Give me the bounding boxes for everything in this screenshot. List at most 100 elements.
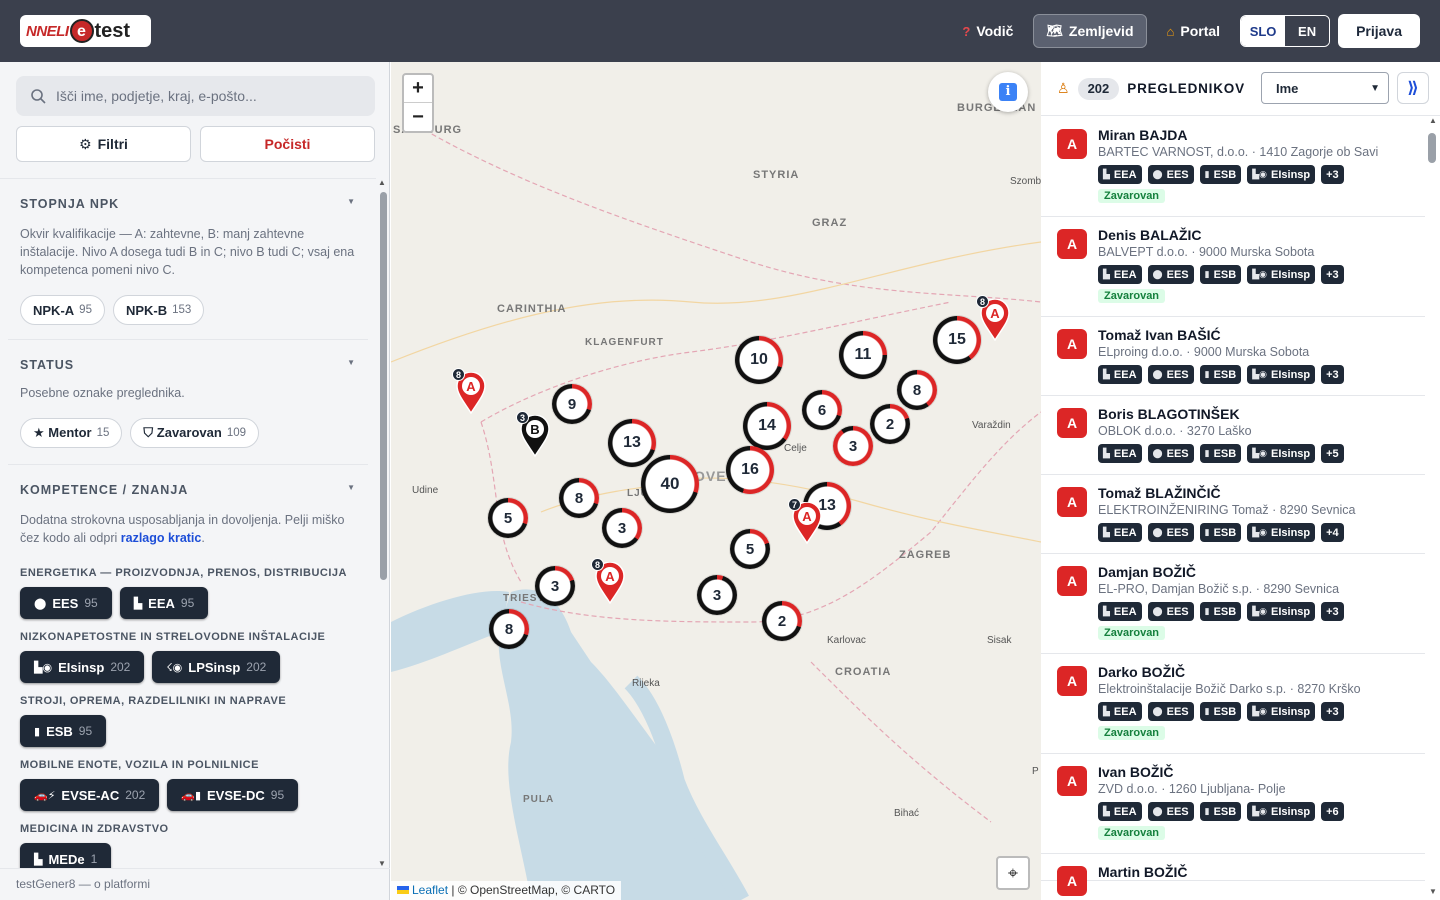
competence-tag[interactable]: ▙◉ EIsinsp bbox=[1247, 602, 1316, 621]
map-cluster[interactable]: 15 bbox=[933, 316, 981, 364]
competence-header[interactable]: KOMPETENCE / ZNANJA ▼ bbox=[20, 483, 356, 497]
competence-tag[interactable]: ⬤ EES bbox=[1147, 365, 1194, 384]
eisinsp-chip[interactable]: ▙◉ EIsinsp 202 bbox=[20, 651, 145, 683]
filters-button[interactable]: ⚙ Filtri bbox=[16, 126, 191, 162]
competence-tag[interactable]: ⬤ EES bbox=[1147, 602, 1194, 621]
competence-tag[interactable]: ▙◉ EIsinsp bbox=[1247, 265, 1316, 284]
insured-chip[interactable]: ⛉ Zavarovan 109 bbox=[130, 418, 259, 448]
inspector-list-item[interactable]: A Martin BOŽIČ bbox=[1041, 854, 1425, 896]
more-tags-badge[interactable]: +6 bbox=[1321, 802, 1344, 821]
nav-portal[interactable]: ⌂ Portal bbox=[1155, 14, 1233, 48]
map-cluster[interactable]: 8 bbox=[559, 478, 599, 518]
map-marker[interactable]: A7 bbox=[788, 498, 822, 545]
competence-tag[interactable]: ▙◉ EIsinsp bbox=[1247, 165, 1316, 184]
mede-chip[interactable]: ▙ MEDe 1 bbox=[20, 843, 112, 868]
lpsinsp-chip[interactable]: ☇◉ LPSinsp 202 bbox=[152, 651, 281, 683]
competence-tag[interactable]: ▮ ESB bbox=[1199, 365, 1242, 384]
footer-text[interactable]: testGener8 — o platformi bbox=[0, 868, 390, 900]
competence-tag[interactable]: ⬤ EES bbox=[1147, 802, 1194, 821]
map[interactable]: SALZBURG STYRIA GRAZ BURGENLAN Szomb CAR… bbox=[391, 62, 1041, 900]
competence-tag[interactable]: ▮ ESB bbox=[1199, 444, 1242, 463]
competence-tag[interactable]: ⬤ EES bbox=[1147, 523, 1194, 542]
map-cluster[interactable]: 3 bbox=[833, 426, 873, 466]
competence-tag[interactable]: ▙ EEA bbox=[1098, 702, 1142, 721]
competence-tag[interactable]: ▙ EEA bbox=[1098, 265, 1142, 284]
map-marker[interactable]: A8 bbox=[452, 368, 486, 415]
competence-tag[interactable]: ⬤ EES bbox=[1147, 702, 1194, 721]
scroll-down-icon[interactable]: ▼ bbox=[378, 859, 386, 868]
competence-tag[interactable]: ▮ ESB bbox=[1199, 265, 1242, 284]
locate-button[interactable]: ⌖ bbox=[996, 856, 1030, 890]
competence-tag[interactable]: ▮ ESB bbox=[1199, 523, 1242, 542]
competence-tag[interactable]: ▙ EEA bbox=[1098, 444, 1142, 463]
map-marker[interactable]: A8 bbox=[976, 295, 1010, 342]
inspector-list-item[interactable]: A Tomaž BLAŽINČIČ ELEKTROINŽENIRING Tomaž … bbox=[1041, 475, 1425, 554]
status-header[interactable]: STATUS ▼ bbox=[20, 358, 356, 372]
competence-tag[interactable]: ▙ EEA bbox=[1098, 802, 1142, 821]
map-cluster[interactable]: 8 bbox=[489, 609, 529, 649]
search-input[interactable]: Išči ime, podjetje, kraj, e-pošto... bbox=[16, 76, 375, 116]
scroll-up-icon[interactable]: ▲ bbox=[378, 178, 386, 187]
map-cluster[interactable]: 10 bbox=[735, 336, 783, 384]
collapse-panel-button[interactable]: ⟫ bbox=[1397, 72, 1429, 104]
map-cluster[interactable]: 14 bbox=[743, 402, 791, 450]
more-tags-badge[interactable]: +3 bbox=[1321, 702, 1344, 721]
map-cluster[interactable]: 5 bbox=[730, 529, 770, 569]
evse-ac-chip[interactable]: 🚗⚡ EVSE-AC 202 bbox=[20, 779, 160, 811]
eea-chip[interactable]: ▙ EEA 95 bbox=[119, 587, 209, 619]
competence-tag[interactable]: ▙ EEA bbox=[1098, 602, 1142, 621]
competence-tag[interactable]: ⬤ EES bbox=[1147, 265, 1194, 284]
map-cluster[interactable]: 8 bbox=[897, 370, 937, 410]
competence-tag[interactable]: ▮ ESB bbox=[1199, 602, 1242, 621]
clear-button[interactable]: Počisti bbox=[200, 126, 375, 162]
sidebar-scroll-thumb[interactable] bbox=[380, 192, 387, 580]
zoom-out-button[interactable]: − bbox=[404, 103, 432, 131]
inspector-list-item[interactable]: A Ivan BOŽIČ ZVD d.o.o. · 1260 Ljubljana- … bbox=[1041, 754, 1425, 854]
inspector-list-item[interactable]: A Denis BALAŽIC BALVEPT d.o.o. · 9000 Murs… bbox=[1041, 217, 1425, 317]
leaflet-link[interactable]: Leaflet bbox=[412, 883, 448, 897]
sort-select[interactable]: Ime ▼ bbox=[1261, 72, 1389, 104]
map-cluster[interactable]: 2 bbox=[870, 404, 910, 444]
evse-dc-chip[interactable]: 🚗▮ EVSE-DC 95 bbox=[167, 779, 299, 811]
nav-vodic[interactable]: ? Vodič bbox=[950, 14, 1025, 48]
map-cluster[interactable]: 2 bbox=[762, 601, 802, 641]
lang-slo-button[interactable]: SLO bbox=[1241, 16, 1286, 46]
more-tags-badge[interactable]: +3 bbox=[1321, 265, 1344, 284]
map-cluster[interactable]: 3 bbox=[697, 575, 737, 615]
map-cluster[interactable]: 6 bbox=[802, 390, 842, 430]
login-button[interactable]: Prijava bbox=[1338, 14, 1420, 48]
competence-tag[interactable]: ⬤ EES bbox=[1147, 165, 1194, 184]
competence-tag[interactable]: ▙◉ EIsinsp bbox=[1247, 523, 1316, 542]
abbreviations-link[interactable]: razlago kratic bbox=[121, 531, 202, 545]
inspector-list-item[interactable]: A Boris BLAGOTINŠEK OBLOK d.o.o. · 3270 La… bbox=[1041, 396, 1425, 475]
competence-tag[interactable]: ▮ ESB bbox=[1199, 802, 1242, 821]
competence-tag[interactable]: ▙◉ EIsinsp bbox=[1247, 444, 1316, 463]
map-cluster[interactable]: 3 bbox=[602, 508, 642, 548]
more-tags-badge[interactable]: +3 bbox=[1321, 165, 1344, 184]
npk-b-chip[interactable]: NPK-B 153 bbox=[112, 295, 205, 325]
zoom-in-button[interactable]: + bbox=[404, 75, 432, 103]
competence-tag[interactable]: ▙◉ EIsinsp bbox=[1247, 365, 1316, 384]
competence-tag[interactable]: ⬤ EES bbox=[1147, 444, 1194, 463]
competence-tag[interactable]: ▙ EEA bbox=[1098, 523, 1142, 542]
competence-tag[interactable]: ▮ ESB bbox=[1199, 165, 1242, 184]
competence-tag[interactable]: ▙ EEA bbox=[1098, 165, 1142, 184]
results-scrollbar[interactable]: ▲ ▼ bbox=[1426, 116, 1440, 900]
map-cluster[interactable]: 40 bbox=[641, 455, 699, 513]
map-cluster[interactable]: 13 bbox=[608, 419, 656, 467]
more-tags-badge[interactable]: +5 bbox=[1321, 444, 1344, 463]
map-marker[interactable]: A8 bbox=[591, 558, 625, 605]
results-scroll-thumb[interactable] bbox=[1428, 133, 1436, 163]
more-tags-badge[interactable]: +4 bbox=[1321, 523, 1344, 542]
map-cluster[interactable]: 9 bbox=[552, 384, 592, 424]
scroll-down-icon[interactable]: ▼ bbox=[1429, 887, 1437, 896]
esb-chip[interactable]: ▮ ESB 95 bbox=[20, 715, 107, 747]
ees-chip[interactable]: ⬤ EES 95 bbox=[20, 587, 112, 619]
info-button[interactable]: i bbox=[988, 72, 1028, 112]
mentor-chip[interactable]: ★ Mentor 15 bbox=[20, 418, 123, 448]
more-tags-badge[interactable]: +3 bbox=[1321, 365, 1344, 384]
competence-tag[interactable]: ▙◉ EIsinsp bbox=[1247, 802, 1316, 821]
competence-tag[interactable]: ▙◉ EIsinsp bbox=[1247, 702, 1316, 721]
map-cluster[interactable]: 11 bbox=[839, 331, 887, 379]
lang-en-button[interactable]: EN bbox=[1285, 16, 1330, 46]
